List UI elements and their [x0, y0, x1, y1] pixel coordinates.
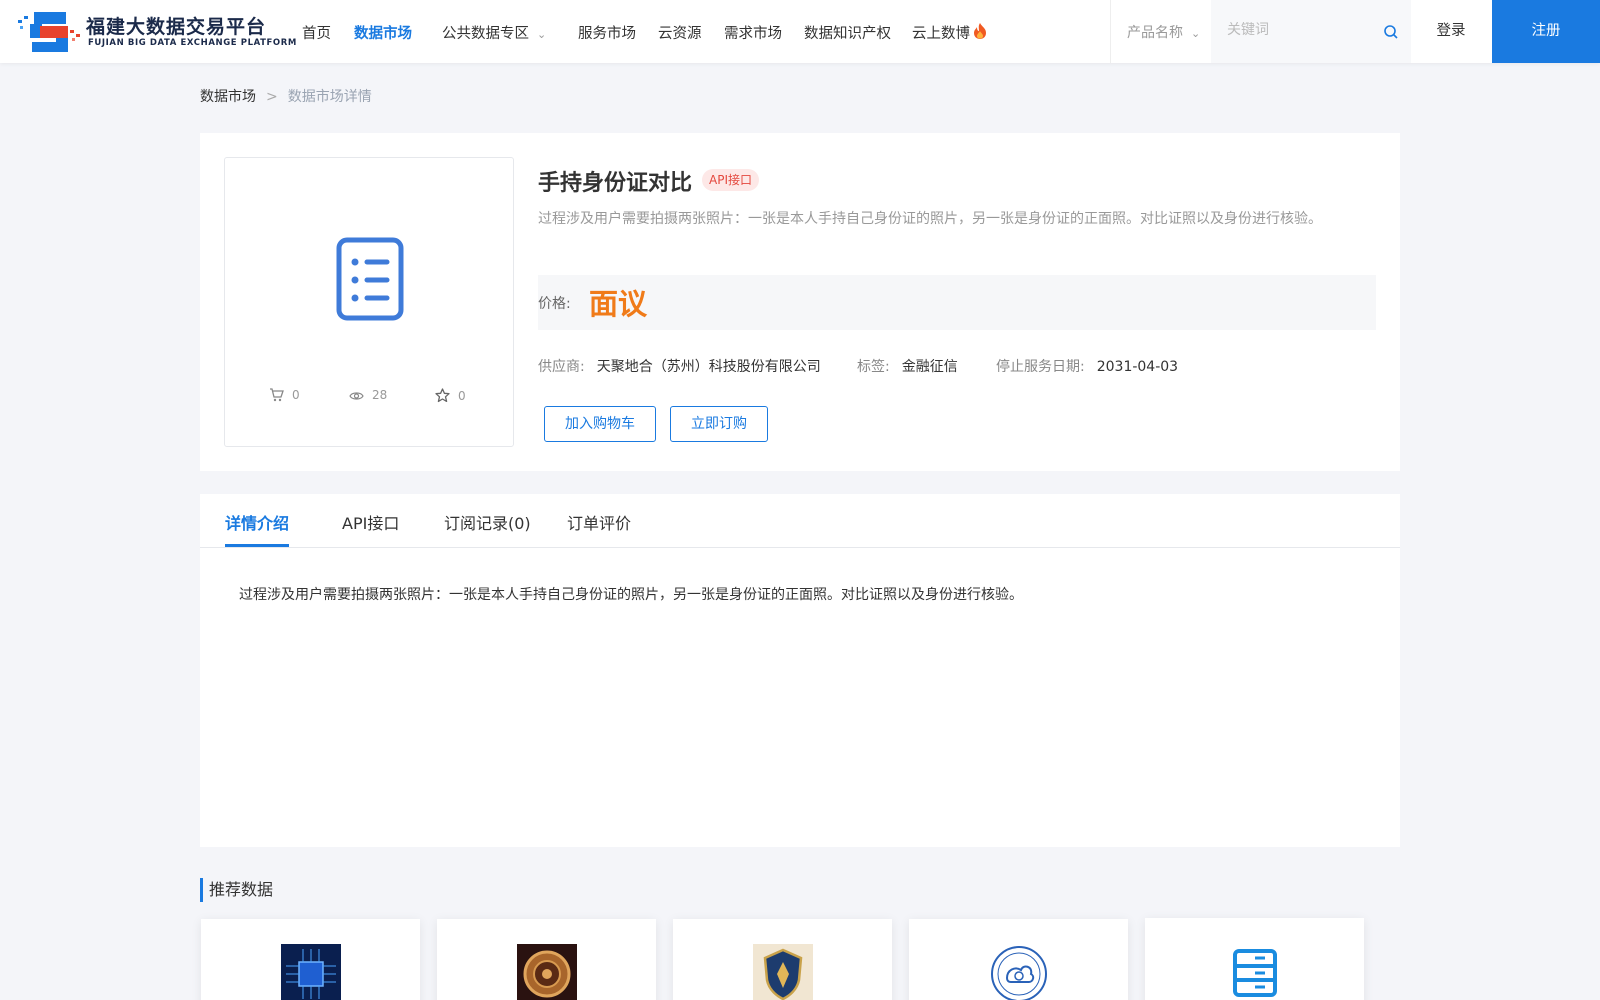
nav-demand-market[interactable]: 需求市场	[724, 22, 782, 43]
detail-content: 过程涉及用户需要拍摄两张照片：一张是本人手持自己身份证的照片，另一张是身份证的正…	[239, 587, 1023, 603]
search-box	[1211, 0, 1411, 63]
search-category-select[interactable]: 产品名称 ⌄	[1127, 22, 1200, 42]
tag-value: 金融征信	[901, 359, 958, 375]
logo-text-en: FUJIAN BIG DATA EXCHANGE PLATFORM	[88, 38, 297, 48]
product-title: 手持身份证对比	[538, 171, 693, 196]
shield-emblem-icon	[753, 944, 813, 1000]
product-thumbnail: 0 28 0	[224, 157, 514, 447]
fire-icon	[974, 23, 986, 39]
product-card: 0 28 0 手持身份证对比 API接口 过程涉及用户需要拍摄两张照片：一张是本…	[200, 133, 1400, 471]
recommend-card[interactable]	[909, 919, 1128, 1000]
recommend-card[interactable]	[673, 919, 892, 1000]
breadcrumb-separator: >	[266, 89, 278, 105]
buy-now-button[interactable]: 立即订购	[670, 406, 768, 442]
cart-icon	[270, 388, 284, 402]
search-icon[interactable]	[1383, 24, 1399, 40]
breadcrumb-parent[interactable]: 数据市场	[200, 89, 256, 105]
nav-cloud-resources[interactable]: 云资源	[658, 22, 702, 43]
nav-public-data[interactable]: 公共数据专区 ⌄	[442, 22, 546, 43]
view-count-value: 28	[372, 388, 388, 402]
top-header: 福建大数据交易平台 FUJIAN BIG DATA EXCHANGE PLATF…	[0, 0, 1600, 63]
tab-reviews[interactable]: 订单评价	[567, 510, 631, 534]
eye-icon	[349, 392, 364, 400]
price-label: 价格:	[538, 296, 571, 312]
breadcrumb: 数据市场 > 数据市场详情	[200, 86, 372, 106]
recommend-card[interactable]	[437, 919, 656, 1000]
breadcrumb-current: 数据市场详情	[287, 89, 372, 105]
favorite-count: 0	[435, 388, 466, 403]
cart-count: 0	[269, 388, 300, 402]
search-category-label: 产品名称	[1127, 25, 1183, 41]
end-date-value: 2031-04-03	[1096, 359, 1179, 375]
favorite-count-value: 0	[458, 389, 466, 403]
recommend-card[interactable]	[201, 919, 420, 1000]
chevron-down-icon: ⌄	[1191, 27, 1201, 40]
nav-public-data-label: 公共数据专区	[442, 26, 529, 42]
recommend-card[interactable]	[1145, 918, 1364, 1000]
supplier-info: 供应商: 天聚地合（苏州）科技股份有限公司	[538, 356, 821, 376]
server-icon	[1225, 943, 1285, 1000]
nav-data-ip[interactable]: 数据知识产权	[804, 22, 891, 43]
weather-bureau-logo-icon	[989, 944, 1049, 1000]
tab-subscriptions[interactable]: 订阅记录(0)	[444, 510, 531, 534]
detail-tabs: 详情介绍 API接口 订阅记录(0) 订单评价	[200, 494, 1400, 548]
star-icon[interactable]	[435, 388, 450, 403]
add-to-cart-button[interactable]: 加入购物车	[544, 406, 656, 442]
supplier-label: 供应商:	[538, 359, 585, 375]
chevron-down-icon: ⌄	[537, 28, 547, 41]
search-area: 产品名称 ⌄	[1110, 0, 1411, 63]
nav-cloud-expo[interactable]: 云上数博	[912, 22, 988, 43]
circuit-image-icon	[281, 944, 341, 1000]
tag-info: 标签: 金融征信	[857, 356, 958, 376]
end-date-label: 停止服务日期:	[996, 359, 1085, 375]
nav-service-market[interactable]: 服务市场	[578, 22, 636, 43]
tab-api[interactable]: API接口	[342, 510, 399, 534]
coin-image-icon	[517, 944, 577, 1000]
tab-details[interactable]: 详情介绍	[225, 510, 289, 534]
tag-label: 标签:	[857, 359, 890, 375]
nav-data-market[interactable]: 数据市场	[354, 22, 412, 43]
cart-count-value: 0	[292, 388, 300, 402]
login-button[interactable]: 登录	[1410, 0, 1492, 63]
site-logo[interactable]: 福建大数据交易平台 FUJIAN BIG DATA EXCHANGE PLATF…	[16, 10, 296, 54]
search-input[interactable]	[1227, 22, 1367, 38]
detail-panel: 详情介绍 API接口 订阅记录(0) 订单评价 过程涉及用户需要拍摄两张照片：一…	[200, 494, 1400, 847]
nav-home[interactable]: 首页	[302, 22, 331, 43]
product-description: 过程涉及用户需要拍摄两张照片：一张是本人手持自己身份证的照片，另一张是身份证的正…	[538, 211, 1322, 227]
active-tab-indicator	[225, 544, 289, 547]
recommend-title: 推荐数据	[200, 878, 273, 902]
document-list-icon	[336, 237, 404, 321]
supplier-value: 天聚地合（苏州）科技股份有限公司	[596, 359, 821, 375]
end-date-info: 停止服务日期: 2031-04-03	[996, 356, 1178, 376]
product-type-badge: API接口	[702, 169, 759, 191]
price-value: 面议	[589, 287, 648, 321]
logo-mark-icon	[18, 12, 80, 52]
price-bar: 价格: 面议	[538, 275, 1376, 330]
register-button[interactable]: 注册	[1492, 0, 1600, 63]
nav-cloud-expo-label: 云上数博	[912, 26, 970, 42]
view-count: 28	[349, 388, 387, 402]
logo-text-cn: 福建大数据交易平台	[86, 16, 267, 38]
